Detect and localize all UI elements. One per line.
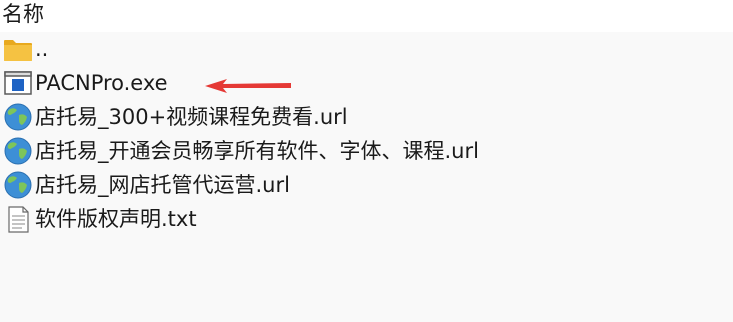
list-item-txt[interactable]: 软件版权声明.txt <box>0 202 733 236</box>
text-file-icon <box>8 206 29 233</box>
file-name: 店托易_网店托管代运营.url <box>35 173 290 197</box>
exe-icon <box>4 71 32 95</box>
list-item-parent-folder[interactable]: .. <box>0 32 733 66</box>
red-arrow-annotation-icon <box>205 79 291 93</box>
file-name: PACNPro.exe <box>35 71 168 95</box>
column-header-bar: 名称 <box>0 0 733 32</box>
name-column-header[interactable]: 名称 <box>2 1 44 27</box>
list-item-url[interactable]: 店托易_开通会员畅享所有软件、字体、课程.url <box>0 134 733 168</box>
globe-icon <box>4 171 32 199</box>
file-name: 店托易_300+视频课程免费看.url <box>35 105 348 129</box>
list-item-url[interactable]: 店托易_网店托管代运营.url <box>0 168 733 202</box>
globe-icon <box>4 137 32 165</box>
file-name: .. <box>35 37 49 61</box>
sort-indicator-icon <box>468 0 478 2</box>
folder-icon <box>4 40 32 61</box>
list-item-exe[interactable]: PACNPro.exe <box>0 66 733 100</box>
globe-icon <box>4 103 32 131</box>
file-name: 软件版权声明.txt <box>35 207 197 231</box>
file-name: 店托易_开通会员畅享所有软件、字体、课程.url <box>35 139 479 163</box>
list-item-url[interactable]: 店托易_300+视频课程免费看.url <box>0 100 733 134</box>
